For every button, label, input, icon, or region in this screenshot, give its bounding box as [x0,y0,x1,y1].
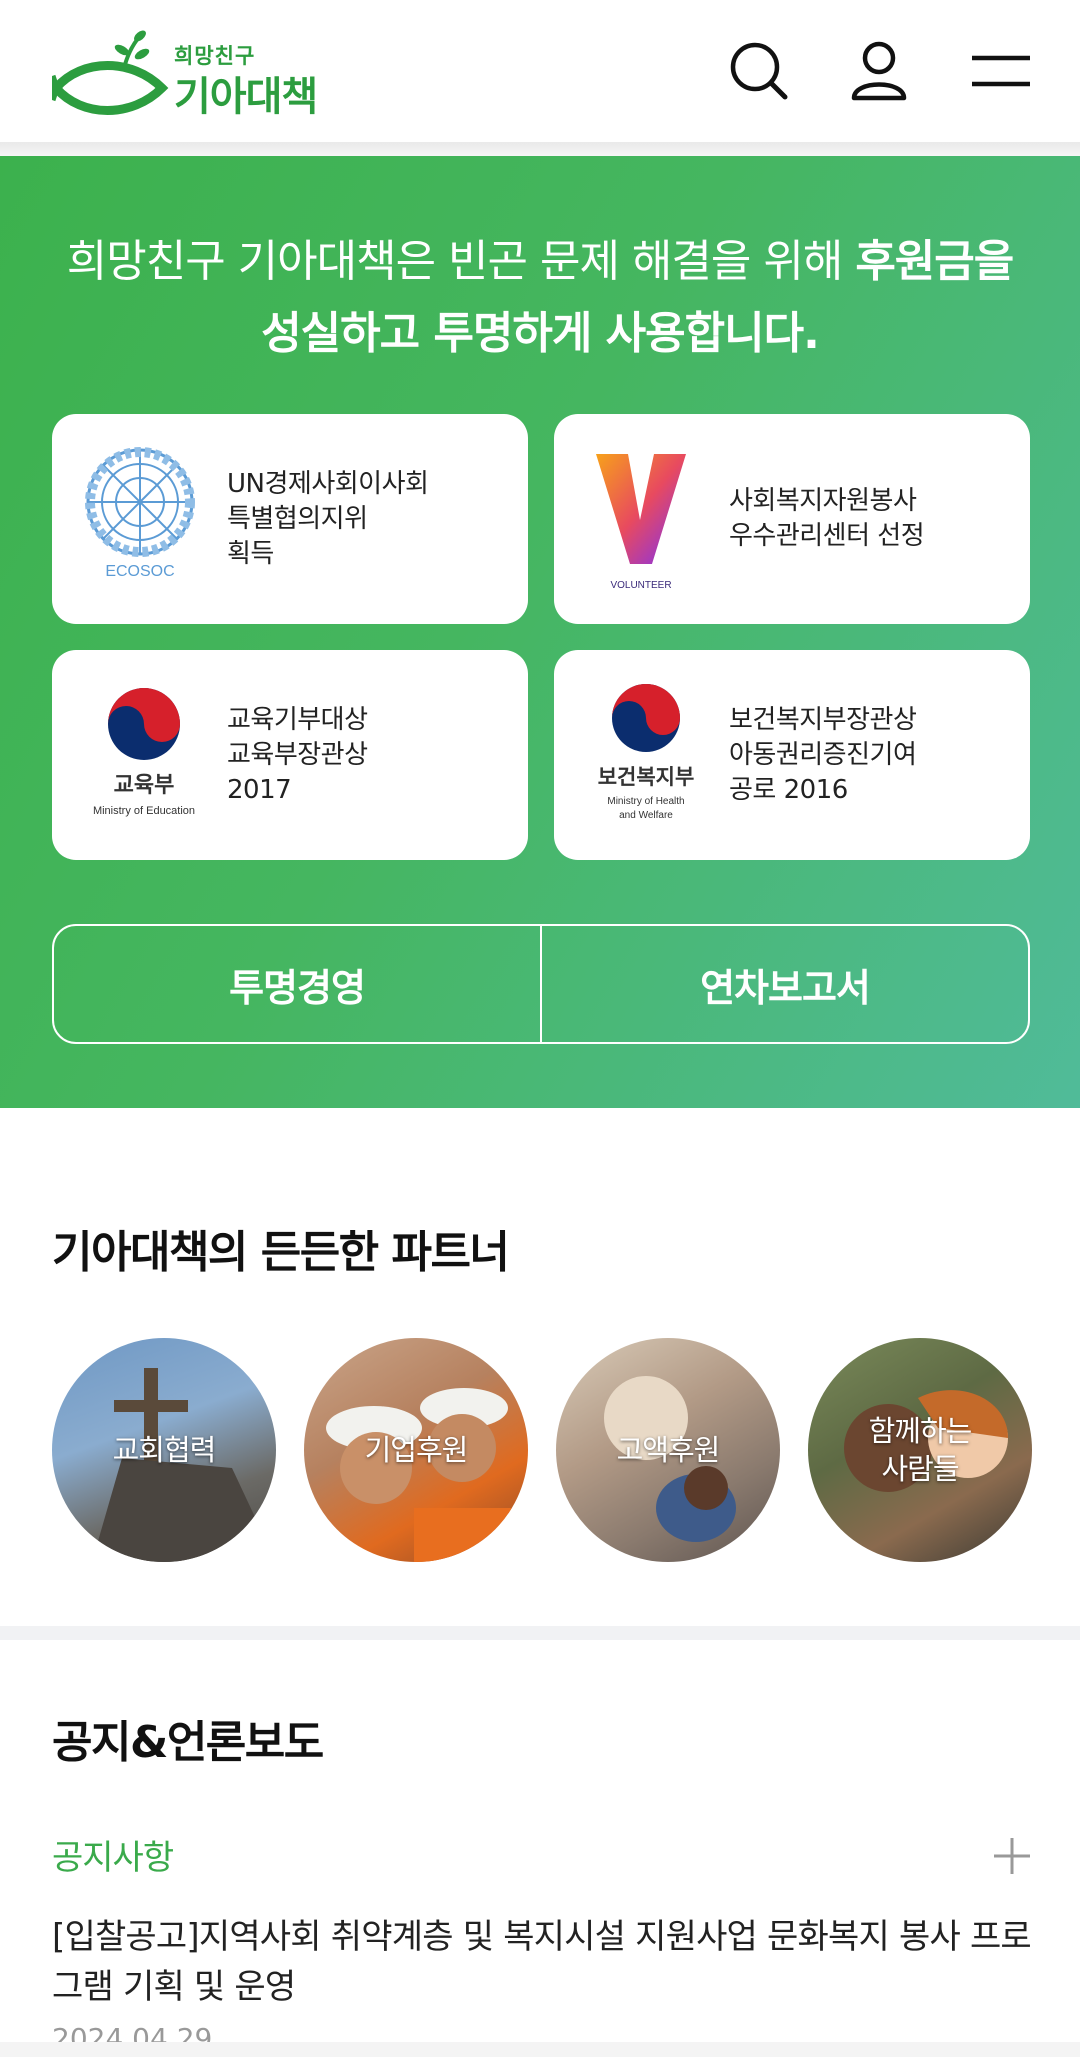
partner-together[interactable]: 함께하는 사람들 [808,1338,1032,1562]
award-card-welfare: 보건복지부 Ministry of Health and Welfare 보건복… [554,650,1030,860]
hero-title-line1: 희망친구 기아대책은 빈곤 문제 해결을 위해 [66,236,856,287]
svg-text:Ministry of Education: Ministry of Education [93,805,195,817]
award-card-ecosoc: ECOSOC UN경제사회이사회 특별협의지위 획득 [52,414,528,624]
award-card-volunteer: VOLUNTEER 사회복지자원봉사 우수관리센터 선정 [554,414,1030,624]
notice-item-title[interactable]: [입찰공고]지역사회 취약계층 및 복지시설 지원사업 문화복지 봉사 프로그램… [52,1912,1032,2012]
user-icon [851,41,907,101]
menu-button[interactable] [970,40,1032,102]
plus-icon [994,1838,1030,1874]
taegeuk-icon: 보건복지부 Ministry of Health and Welfare [598,684,695,821]
volunteer-logo: VOLUNTEER [584,440,714,600]
svg-text:and Welfare: and Welfare [619,810,673,821]
award-card-text: 교육기부대상 교육부장관상 2017 [227,704,368,805]
annual-report-button[interactable]: 연차보고서 [542,926,1028,1042]
partners-title: 기아대책의 든든한 파트너 [52,1227,510,1278]
login-button[interactable] [848,40,910,102]
moe-logo: 교육부 Ministry of Education [82,676,212,836]
menu-icon [972,55,1030,87]
header-divider [0,142,1080,156]
logo-fish-sprout-icon [48,30,169,115]
svg-text:Ministry of Health: Ministry of Health [607,796,684,807]
section-divider [0,1626,1080,1640]
bottom-fade [0,2042,1080,2057]
taegeuk-icon: 교육부 Ministry of Education [93,688,195,817]
svg-text:ECOSOC: ECOSOC [105,563,174,580]
report-button-group: 투명경영 연차보고서 [52,924,1030,1044]
award-card-text: UN경제사회이사회 특별협의지위 획득 [227,468,429,569]
ecosoc-logo: ECOSOC [82,440,212,600]
volunteer-v-icon: VOLUNTEER [596,454,686,591]
award-card-text: 보건복지부장관상 아동권리증진기여 공로 2016 [729,704,917,805]
un-emblem-icon: ECOSOC [85,447,195,580]
hero-title: 희망친구 기아대책은 빈곤 문제 해결을 위해 후원금을 성실하고 투명하게 사… [0,226,1080,370]
transparency-hero: 희망친구 기아대책은 빈곤 문제 해결을 위해 후원금을 성실하고 투명하게 사… [0,156,1080,1108]
svg-text:교육부: 교육부 [114,773,175,798]
partner-label: 교회협력 [112,1433,217,1467]
transparent-management-button[interactable]: 투명경영 [54,926,540,1042]
site-header: 희망친구 기아대책 [0,0,1080,142]
svg-text:VOLUNTEER: VOLUNTEER [610,580,671,591]
partner-label: 고액후원 [616,1433,721,1467]
partner-church[interactable]: 교회협력 [52,1338,276,1562]
more-notices-button[interactable] [992,1836,1032,1876]
search-icon [730,42,788,100]
logo[interactable]: 희망친구 기아대책 [48,28,332,120]
news-title: 공지&언론보도 [52,1717,324,1768]
partner-major-donor[interactable]: 고액후원 [556,1338,780,1562]
search-button[interactable] [728,40,790,102]
hero-title-line1-bold: 후원금을 [855,236,1014,287]
hero-title-line2: 성실하고 투명하게 사용합니다. [261,308,820,359]
mohw-logo: 보건복지부 Ministry of Health and Welfare [584,676,714,836]
tab-notices[interactable]: 공지사항 [52,1830,174,1879]
award-card-education: 교육부 Ministry of Education 교육기부대상 교육부장관상 … [52,650,528,860]
partner-label: 함께하는 사람들 [868,1414,973,1486]
logo-title: 기아대책 [174,74,318,120]
award-card-text: 사회복지자원봉사 우수관리센터 선정 [729,486,925,551]
svg-text:보건복지부: 보건복지부 [598,765,695,789]
partner-label: 기업후원 [364,1433,469,1467]
partner-corporate[interactable]: 기업후원 [304,1338,528,1562]
